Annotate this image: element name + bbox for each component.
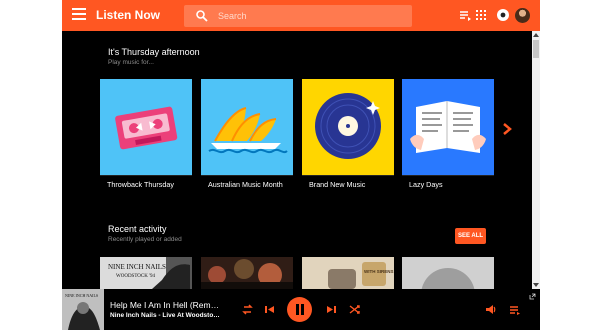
top-app-bar: Listen Now <box>62 0 540 31</box>
album-art-text: NINE INCH NAILS <box>65 293 98 298</box>
artist-album[interactable]: Nine Inch Nails - Live At Woodstock '94 … <box>110 312 222 319</box>
section-subtitle: Play music for... <box>108 59 154 66</box>
recent-album-card[interactable] <box>201 257 293 289</box>
now-playing-album-art: NINE INCH NAILS <box>62 289 104 330</box>
scroll-down-icon[interactable] <box>533 283 539 287</box>
cast-icon[interactable] <box>496 8 510 22</box>
shuffle-icon[interactable] <box>348 303 361 316</box>
volume-icon[interactable] <box>484 303 497 316</box>
album-art-icon: NINE INCH NAILS WOODSTOCK '94 <box>100 257 192 289</box>
queue-icon[interactable] <box>458 8 472 22</box>
opera-house-icon <box>201 79 293 175</box>
now-playing-bar: NINE INCH NAILS Help Me I Am In Hell (Re… <box>62 289 540 330</box>
chevron-right-icon[interactable] <box>501 122 513 136</box>
avatar[interactable] <box>515 8 530 23</box>
scroll-up-icon[interactable] <box>533 33 539 37</box>
section-title: It's Thursday afternoon <box>108 47 200 57</box>
pause-icon[interactable] <box>287 297 312 322</box>
playlist-card-label: Brand New Music <box>309 180 366 189</box>
album-art-icon <box>201 257 293 289</box>
scroll-thumb[interactable] <box>533 40 539 58</box>
search-icon[interactable] <box>195 9 209 23</box>
playlist-card-label: Australian Music Month <box>208 180 283 189</box>
playlist-icon[interactable] <box>508 303 521 316</box>
search-input[interactable] <box>218 8 403 24</box>
cassette-icon <box>100 79 192 175</box>
next-icon[interactable] <box>325 303 338 316</box>
section-subtitle: Recently played or added <box>108 236 182 243</box>
playlist-card[interactable]: Throwback Thursday <box>100 79 192 189</box>
album-art-icon <box>402 257 494 289</box>
vinyl-record-icon <box>302 79 394 175</box>
popout-icon[interactable] <box>529 293 536 300</box>
album-art-text: WOODSTOCK '94 <box>116 274 156 279</box>
section-title: Recent activity <box>108 224 167 234</box>
music-app-window: Listen Now It's Thursday afternoon Play … <box>62 0 540 330</box>
album-art-text: WITH SIRENS <box>364 269 394 274</box>
apps-icon[interactable] <box>474 8 488 22</box>
playlist-card[interactable]: Brand New Music <box>302 79 394 189</box>
playlist-card[interactable]: Lazy Days <box>402 79 494 189</box>
album-art-text: NINE INCH NAILS <box>108 263 166 271</box>
newspaper-icon <box>402 79 494 175</box>
recent-album-card[interactable]: NINE INCH NAILS WOODSTOCK '94 <box>100 257 192 289</box>
playlist-card-label: Throwback Thursday <box>107 180 174 189</box>
search-box[interactable] <box>184 5 412 27</box>
see-all-button[interactable]: SEE ALL <box>455 228 486 244</box>
repeat-icon[interactable] <box>241 303 254 316</box>
page-scrollbar[interactable] <box>532 31 540 289</box>
recent-album-card[interactable]: WITH SIRENS <box>302 257 394 289</box>
page-title: Listen Now <box>96 8 161 22</box>
menu-icon[interactable] <box>72 8 86 22</box>
album-art-icon: WITH SIRENS <box>302 257 394 289</box>
playlist-card-label: Lazy Days <box>409 180 443 189</box>
previous-icon[interactable] <box>263 303 276 316</box>
song-title[interactable]: Help Me I Am In Hell (Remaster... <box>110 300 220 310</box>
playlist-card[interactable]: Australian Music Month <box>201 79 293 189</box>
recent-album-card[interactable] <box>402 257 494 289</box>
album-art-icon: NINE INCH NAILS <box>62 289 104 330</box>
